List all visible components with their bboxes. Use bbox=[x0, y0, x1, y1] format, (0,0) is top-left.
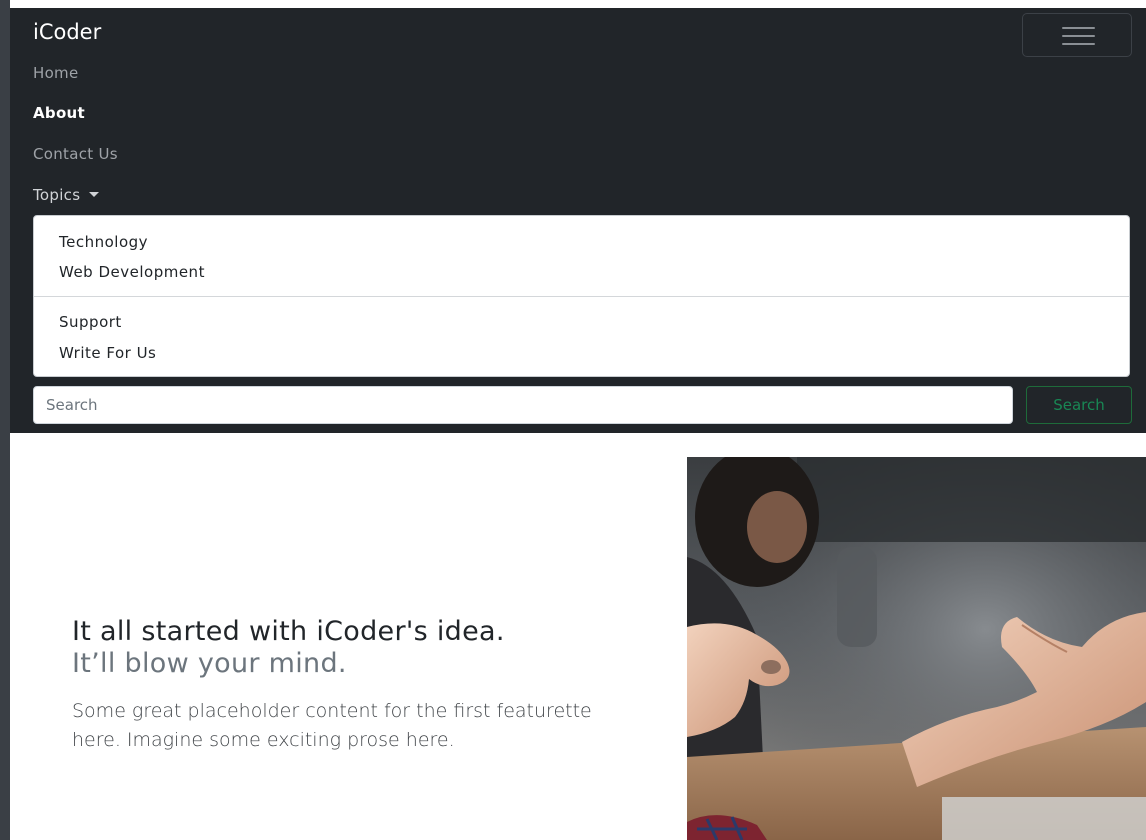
navbar: iCoder Home About Contact Us Topics Tech… bbox=[10, 8, 1146, 433]
navbar-brand[interactable]: iCoder bbox=[33, 19, 101, 45]
featurette-heading-muted: It’ll blow your mind. bbox=[72, 648, 347, 679]
search-input[interactable] bbox=[33, 386, 1013, 424]
featurette-lead: Some great placeholder content for the f… bbox=[72, 700, 592, 751]
nav-dropdown-topics[interactable]: Topics bbox=[33, 185, 100, 205]
featurette-heading: It all started with iCoder's idea. It’ll… bbox=[72, 616, 505, 680]
featurette: It all started with iCoder's idea. It’ll… bbox=[10, 433, 1146, 840]
browser-viewport: iCoder Home About Contact Us Topics Tech… bbox=[0, 0, 1146, 840]
window-edge bbox=[0, 0, 10, 840]
topics-dropdown-menu: Technology Web Development Support Write… bbox=[33, 215, 1130, 377]
dropdown-item-web-development[interactable]: Web Development bbox=[59, 262, 205, 282]
nav-link-contact-us[interactable]: Contact Us bbox=[33, 144, 118, 164]
dropdown-item-write-for-us[interactable]: Write For Us bbox=[59, 343, 156, 363]
nav-dropdown-label: Topics bbox=[33, 186, 81, 204]
nav-link-home[interactable]: Home bbox=[33, 63, 79, 83]
dropdown-item-technology[interactable]: Technology bbox=[59, 232, 148, 252]
dropdown-item-support[interactable]: Support bbox=[59, 312, 122, 332]
dropdown-divider bbox=[34, 296, 1129, 297]
nav-link-about[interactable]: About bbox=[33, 103, 85, 123]
featurette-image bbox=[687, 457, 1146, 840]
featurette-heading-main: It all started with iCoder's idea. bbox=[72, 616, 505, 647]
navbar-toggler-button[interactable] bbox=[1022, 13, 1132, 57]
search-button[interactable]: Search bbox=[1026, 386, 1132, 424]
caret-down-icon bbox=[89, 192, 100, 197]
